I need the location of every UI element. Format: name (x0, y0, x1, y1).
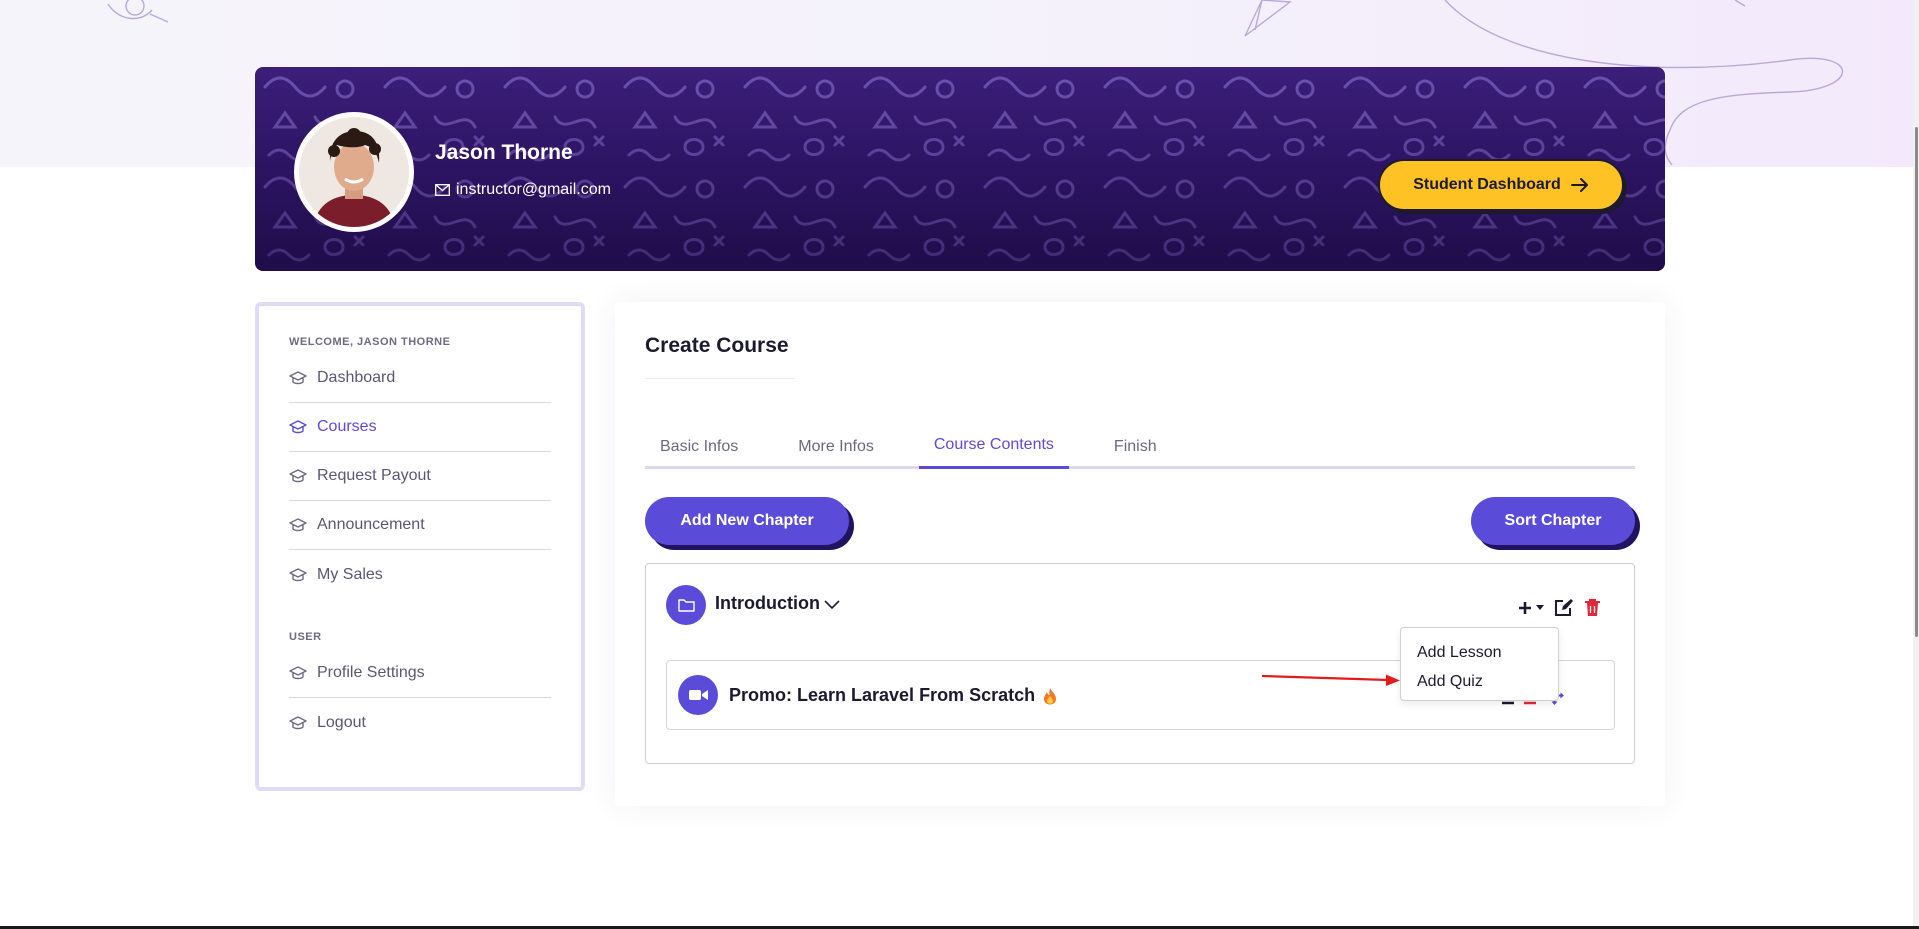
add-new-chapter-button[interactable]: Add New Chapter (645, 497, 849, 545)
folder-icon (677, 599, 695, 612)
page-scrollbar-thumb[interactable] (1915, 127, 1918, 637)
chapter-title[interactable]: Introduction (715, 593, 841, 614)
profile-banner: Jason Thorne instructor@gmail.com Studen… (255, 67, 1665, 271)
course-tabs: Basic Infos More Infos Course Contents F… (645, 424, 1635, 469)
annotation-arrow (1261, 674, 1400, 686)
sidebar-item-label: Request Payout (317, 467, 431, 484)
title-divider (645, 378, 795, 379)
edit-icon[interactable] (1554, 598, 1574, 617)
sidebar-item-my-sales[interactable]: My Sales (289, 550, 551, 599)
graduation-cap-icon (289, 567, 307, 581)
create-course-card: Create Course Basic Infos More Infos Cou… (615, 302, 1665, 806)
user-email: instructor@gmail.com (435, 181, 611, 199)
caret-down-icon (1536, 604, 1544, 610)
envelope-icon (435, 184, 450, 196)
sort-chapter-button[interactable]: Sort Chapter (1471, 497, 1635, 545)
add-content-dropdown: Add Lesson Add Quiz (1400, 627, 1559, 701)
add-lesson-menu-item[interactable]: Add Lesson (1401, 638, 1558, 667)
tab-course-contents[interactable]: Course Contents (918, 424, 1069, 469)
chapter-title-text: Introduction (715, 593, 820, 613)
graduation-cap-icon (289, 715, 307, 729)
sidebar-item-logout[interactable]: Logout (289, 698, 551, 747)
tab-more-infos[interactable]: More Infos (783, 424, 889, 469)
graduation-cap-icon (289, 518, 307, 532)
lesson-title[interactable]: Promo: Learn Laravel From Scratch (729, 685, 1057, 706)
chevron-down-icon[interactable] (823, 598, 841, 610)
lesson-video-badge (678, 675, 718, 715)
graduation-cap-icon (289, 420, 307, 434)
graduation-cap-icon (289, 469, 307, 483)
sidebar-item-announcement[interactable]: Announcement (289, 501, 551, 550)
dashboard-sidebar: WELCOME, JASON THORNE Dashboard Courses … (255, 302, 585, 791)
sidebar-item-label: Dashboard (317, 369, 396, 386)
fire-icon (1044, 687, 1057, 704)
graduation-cap-icon (289, 371, 307, 385)
sidebar-item-label: Profile Settings (317, 664, 425, 681)
graduation-cap-icon (289, 666, 307, 680)
sidebar-item-profile-settings[interactable]: Profile Settings (289, 649, 551, 698)
avatar (294, 112, 414, 232)
add-quiz-menu-item[interactable]: Add Quiz (1401, 667, 1558, 696)
chapter-actions (1518, 598, 1601, 617)
add-content-dropdown-toggle[interactable] (1518, 601, 1544, 615)
trash-icon[interactable] (1584, 598, 1601, 617)
sidebar-item-label: Courses (317, 418, 377, 435)
sidebar-welcome-heading: WELCOME, JASON THORNE (289, 336, 451, 348)
user-name: Jason Thorne (435, 141, 573, 164)
student-dashboard-button[interactable]: Student Dashboard (1378, 159, 1624, 211)
page-scrollbar[interactable] (1913, 0, 1919, 929)
sidebar-item-courses[interactable]: Courses (289, 403, 551, 452)
video-camera-icon (688, 690, 708, 700)
sidebar-item-label: Logout (317, 713, 366, 731)
lesson-title-text: Promo: Learn Laravel From Scratch (729, 685, 1036, 705)
sidebar-item-label: My Sales (317, 565, 383, 583)
tab-basic-infos[interactable]: Basic Infos (645, 424, 753, 469)
sidebar-item-dashboard[interactable]: Dashboard (289, 354, 551, 403)
sidebar-user-heading: USER (289, 631, 322, 643)
plus-icon (1519, 601, 1531, 614)
tab-finish[interactable]: Finish (1099, 424, 1172, 469)
chapter-folder-badge (666, 585, 706, 625)
avatar-photo (299, 117, 409, 227)
page-title: Create Course (645, 334, 789, 357)
sidebar-item-label: Announcement (317, 516, 425, 533)
sidebar-item-request-payout[interactable]: Request Payout (289, 452, 551, 501)
user-email-text: instructor@gmail.com (456, 181, 611, 198)
student-dashboard-label: Student Dashboard (1413, 176, 1561, 193)
arrow-right-icon (1570, 178, 1588, 192)
